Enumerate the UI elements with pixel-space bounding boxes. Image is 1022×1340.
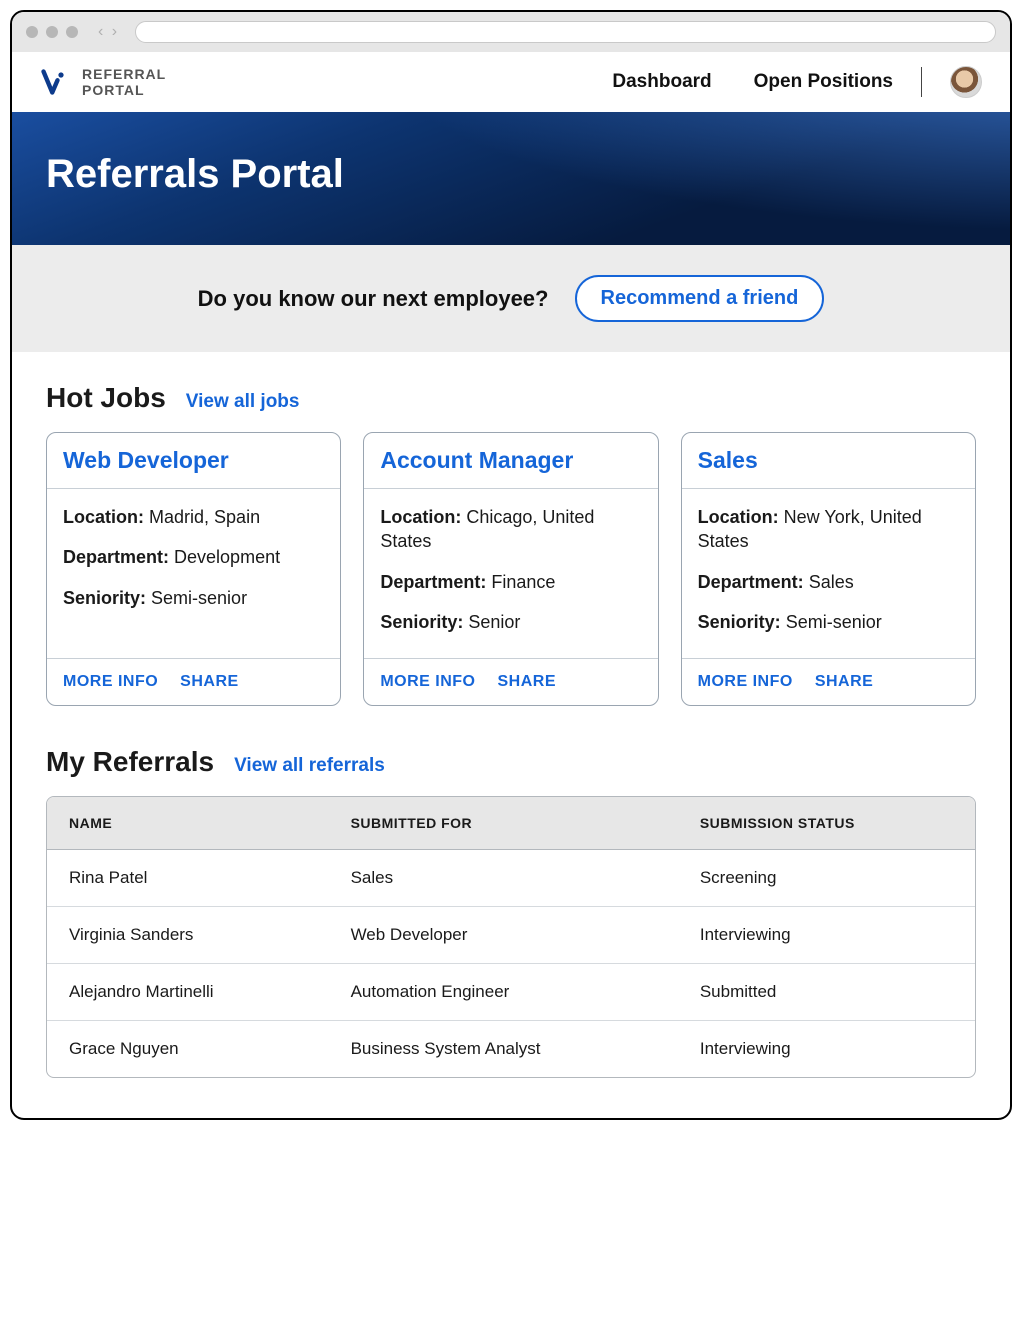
location-value: Madrid, Spain [149,507,260,527]
location-label: Location: [63,507,144,527]
cell-status: Interviewing [678,906,975,963]
job-title[interactable]: Sales [682,433,975,489]
brand-line2: PORTAL [82,82,166,98]
cell-name: Virginia Sanders [47,906,329,963]
seniority-label: Seniority: [380,612,463,632]
seniority-value: Semi-senior [151,588,247,608]
job-card: Sales Location: New York, United States … [681,432,976,706]
department-value: Sales [809,572,854,592]
browser-nav-arrows[interactable]: ‹ › [98,23,119,41]
seniority-value: Senior [468,612,520,632]
location-label: Location: [698,507,779,527]
more-info-button[interactable]: MORE INFO [698,673,793,691]
avatar[interactable] [950,66,982,98]
job-title[interactable]: Account Manager [364,433,657,489]
seniority-label: Seniority: [698,612,781,632]
cell-submitted-for: Sales [329,850,678,906]
page-title: Referrals Portal [46,152,976,197]
job-card: Account Manager Location: Chicago, Unite… [363,432,658,706]
share-button[interactable]: SHARE [180,673,239,691]
view-all-referrals-link[interactable]: View all referrals [234,755,385,777]
table-row[interactable]: Virginia Sanders Web Developer Interview… [47,906,975,963]
cta-prompt: Do you know our next employee? [198,286,549,312]
window-close-icon[interactable] [26,26,38,38]
job-title[interactable]: Web Developer [47,433,340,489]
cell-name: Rina Patel [47,850,329,906]
nav-divider [921,67,922,97]
nav-open-positions[interactable]: Open Positions [754,71,893,93]
cell-status: Submitted [678,963,975,1020]
brand-text: REFERRAL PORTAL [82,66,166,98]
hot-jobs-title: Hot Jobs [46,382,166,414]
department-label: Department: [63,547,169,567]
table-row[interactable]: Grace Nguyen Business System Analyst Int… [47,1020,975,1077]
cell-submitted-for: Business System Analyst [329,1020,678,1077]
cta-strip: Do you know our next employee? Recommend… [12,245,1010,352]
more-info-button[interactable]: MORE INFO [380,673,475,691]
url-bar[interactable] [135,21,996,43]
brand-line1: REFERRAL [82,66,166,82]
more-info-button[interactable]: MORE INFO [63,673,158,691]
share-button[interactable]: SHARE [815,673,874,691]
department-label: Department: [698,572,804,592]
nav-dashboard[interactable]: Dashboard [612,71,711,93]
cell-submitted-for: Web Developer [329,906,678,963]
view-all-jobs-link[interactable]: View all jobs [186,391,300,413]
col-status: SUBMISSION STATUS [678,797,975,850]
hero-banner: Referrals Portal [12,112,1010,245]
job-card: Web Developer Location: Madrid, Spain De… [46,432,341,706]
share-button[interactable]: SHARE [498,673,557,691]
app-header: REFERRAL PORTAL Dashboard Open Positions [12,52,1010,112]
col-name: NAME [47,797,329,850]
cell-name: Alejandro Martinelli [47,963,329,1020]
col-submitted-for: SUBMITTED FOR [329,797,678,850]
browser-window: ‹ › REFERRAL PORTAL Dashboard Open Posit… [10,10,1012,1120]
location-label: Location: [380,507,461,527]
my-referrals-title: My Referrals [46,746,214,778]
cell-status: Interviewing [678,1020,975,1077]
hot-jobs-section: Hot Jobs View all jobs Web Developer Loc… [12,352,1010,716]
table-row[interactable]: Alejandro Martinelli Automation Engineer… [47,963,975,1020]
seniority-label: Seniority: [63,588,146,608]
referrals-table: NAME SUBMITTED FOR SUBMISSION STATUS Rin… [46,796,976,1078]
cell-name: Grace Nguyen [47,1020,329,1077]
my-referrals-section: My Referrals View all referrals NAME SUB… [12,716,1010,1118]
department-value: Finance [491,572,555,592]
brand-logo-icon [40,68,68,96]
table-row[interactable]: Rina Patel Sales Screening [47,850,975,906]
cell-submitted-for: Automation Engineer [329,963,678,1020]
recommend-friend-button[interactable]: Recommend a friend [575,275,825,322]
window-minimize-icon[interactable] [46,26,58,38]
seniority-value: Semi-senior [786,612,882,632]
window-maximize-icon[interactable] [66,26,78,38]
browser-chrome: ‹ › [12,12,1010,52]
department-label: Department: [380,572,486,592]
department-value: Development [174,547,280,567]
cell-status: Screening [678,850,975,906]
